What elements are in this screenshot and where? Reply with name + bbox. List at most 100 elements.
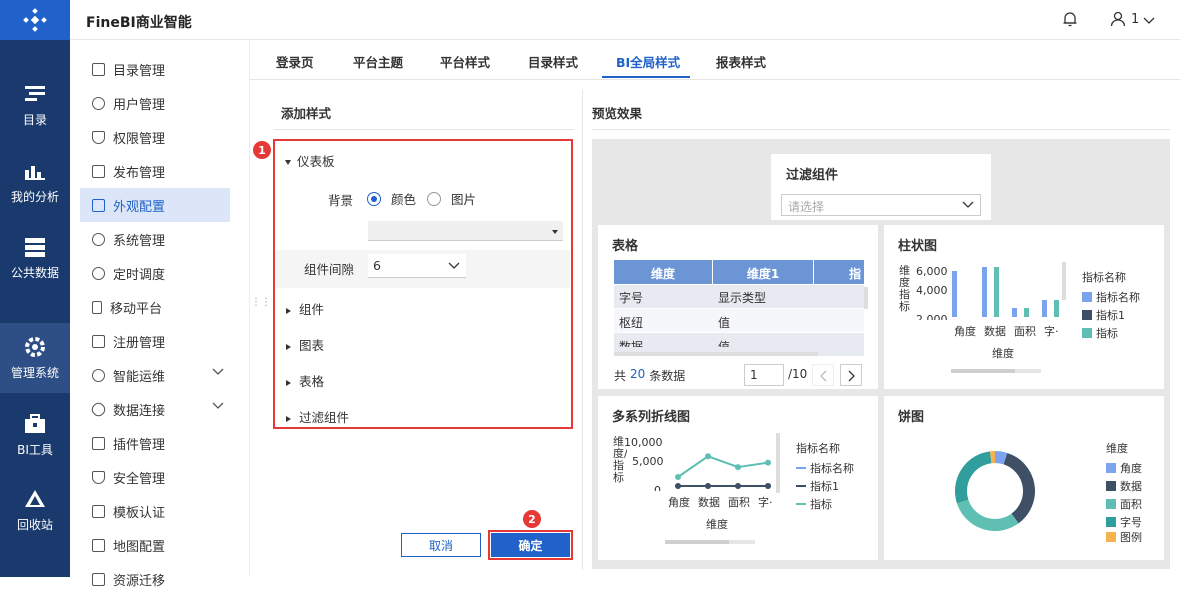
legend-item: 数据	[1106, 478, 1142, 494]
horizontal-scrollbar[interactable]	[665, 540, 755, 544]
menu-item-map[interactable]: 地图配置	[80, 528, 230, 562]
user-name[interactable]: 1	[1131, 12, 1139, 27]
rail-item-catalog[interactable]: 目录	[0, 70, 70, 140]
bar	[1042, 300, 1047, 317]
table-header-cell: 维度	[614, 265, 712, 282]
tab-report-style[interactable]: 报表样式	[716, 52, 766, 71]
filter-select[interactable]: 请选择	[781, 194, 981, 216]
section-filter[interactable]: 过滤组件	[286, 407, 349, 426]
y-tick: 0	[654, 484, 661, 491]
table-cell: 值	[718, 338, 730, 347]
table-cell: 枢纽	[619, 314, 643, 331]
settings-icon	[92, 233, 105, 246]
table-cell: 显示类型	[718, 289, 766, 306]
tab-login[interactable]: 登录页	[276, 52, 314, 71]
finebi-logo-icon[interactable]	[0, 0, 70, 40]
caret-down-icon	[285, 160, 291, 165]
map-icon	[92, 539, 105, 552]
rail-label: 回收站	[17, 516, 53, 533]
menu-item-appearance[interactable]: 外观配置	[80, 188, 230, 222]
dashboard-section-header[interactable]: 仪表板	[285, 151, 335, 170]
confirm-button[interactable]: 确定	[491, 533, 570, 557]
bell-icon[interactable]	[1062, 11, 1078, 31]
cancel-button[interactable]: 取消	[401, 533, 481, 557]
menu-item-mobile[interactable]: 移动平台	[80, 290, 230, 324]
menu-item-data-connection[interactable]: 数据连接	[80, 392, 230, 426]
analysis-icon	[24, 160, 46, 182]
step-badge-1: 1	[253, 141, 271, 159]
pie-title: 饼图	[898, 406, 924, 425]
menu-item-registration[interactable]: 注册管理	[80, 324, 230, 358]
top-bar: FineBI商业智能 1	[70, 0, 1180, 40]
page-input[interactable]: 1	[744, 364, 784, 386]
line-plot	[666, 436, 776, 496]
recycle-icon	[24, 488, 46, 510]
chart-scrollbar[interactable]	[776, 433, 780, 493]
appearance-tabs: 登录页 平台主题 平台样式 目录样式 BI全局样式 报表样式	[250, 40, 1180, 80]
panel-divider	[582, 90, 583, 570]
background-radio-image[interactable]: 图片	[427, 189, 476, 208]
rail-item-public-data[interactable]: 公共数据	[0, 223, 70, 293]
menu-item-template-cert[interactable]: 模板认证	[80, 494, 230, 528]
x-axis-title: 维度	[992, 345, 1014, 361]
rail-item-bi-tools[interactable]: BI工具	[0, 400, 70, 470]
menu-item-publish[interactable]: 发布管理	[80, 154, 230, 188]
legend-swatch	[1106, 532, 1116, 542]
tab-bi-global-style[interactable]: BI全局样式	[616, 52, 680, 71]
horizontal-scrollbar[interactable]	[614, 352, 818, 356]
prev-page-button[interactable]	[812, 364, 834, 386]
legend-label: 面积	[1120, 496, 1142, 512]
rail-item-admin[interactable]: 管理系统	[0, 323, 70, 393]
component-gap-select[interactable]: 6	[368, 254, 466, 278]
chevron-down-icon[interactable]	[1143, 14, 1155, 29]
filter-component-card: 过滤组件 请选择	[771, 154, 991, 220]
shield-icon	[92, 471, 105, 484]
tab-catalog-style[interactable]: 目录样式	[528, 52, 578, 71]
tab-platform-theme[interactable]: 平台主题	[353, 52, 403, 71]
menu-label: 发布管理	[113, 162, 165, 181]
chart-scrollbar[interactable]	[1062, 262, 1066, 300]
footer-text: 共	[614, 367, 626, 384]
menu-item-catalog[interactable]: 目录管理	[80, 52, 230, 86]
section-table[interactable]: 表格	[286, 371, 324, 390]
legend-swatch	[1106, 517, 1116, 527]
menu-item-schedule[interactable]: 定时调度	[80, 256, 230, 290]
x-axis-title: 维度	[706, 516, 728, 532]
legend-label: 指标1	[1096, 307, 1125, 323]
horizontal-scrollbar[interactable]	[951, 369, 1041, 373]
menu-item-migration[interactable]: 资源迁移	[80, 562, 230, 596]
x-tick: 字·	[758, 494, 773, 510]
menu-item-plugins[interactable]: 插件管理	[80, 426, 230, 460]
next-page-button[interactable]	[840, 364, 862, 386]
legend-label: 指标1	[810, 478, 839, 494]
y-tick: 4,000	[916, 284, 948, 297]
background-radio-color[interactable]: 颜色	[367, 189, 416, 208]
menu-item-system[interactable]: 系统管理	[80, 222, 230, 256]
data-point	[735, 483, 741, 489]
migration-icon	[92, 573, 105, 586]
menu-label: 资源迁移	[113, 570, 165, 589]
legend-item: 指标	[1082, 325, 1118, 341]
tab-platform-style[interactable]: 平台样式	[440, 52, 490, 71]
legend-label: 指标名称	[810, 460, 854, 476]
menu-item-users[interactable]: 用户管理	[80, 86, 230, 120]
vertical-scrollbar[interactable]	[864, 287, 868, 309]
section-component[interactable]: 组件	[286, 299, 324, 318]
color-picker-select[interactable]	[368, 221, 563, 241]
table-header-cell: 指	[849, 265, 861, 282]
active-tab-indicator	[602, 76, 690, 78]
legend-swatch	[1082, 292, 1092, 302]
menu-item-permissions[interactable]: 权限管理	[80, 120, 230, 154]
bar-ylabel: 维度 指 标	[899, 265, 913, 321]
step-badge-2: 2	[523, 510, 541, 528]
rail-item-recycle[interactable]: 回收站	[0, 475, 70, 545]
rail-item-my-analysis[interactable]: 我的分析	[0, 147, 70, 217]
data-point	[705, 483, 711, 489]
dashboard-section-label: 仪表板	[297, 154, 335, 169]
drag-handle-icon[interactable]: ⋮⋮	[251, 300, 271, 305]
menu-item-security[interactable]: 安全管理	[80, 460, 230, 494]
menu-label: 权限管理	[113, 128, 165, 147]
section-chart[interactable]: 图表	[286, 335, 324, 354]
user-icon[interactable]	[1110, 11, 1126, 31]
menu-item-ops[interactable]: 智能运维	[80, 358, 230, 392]
